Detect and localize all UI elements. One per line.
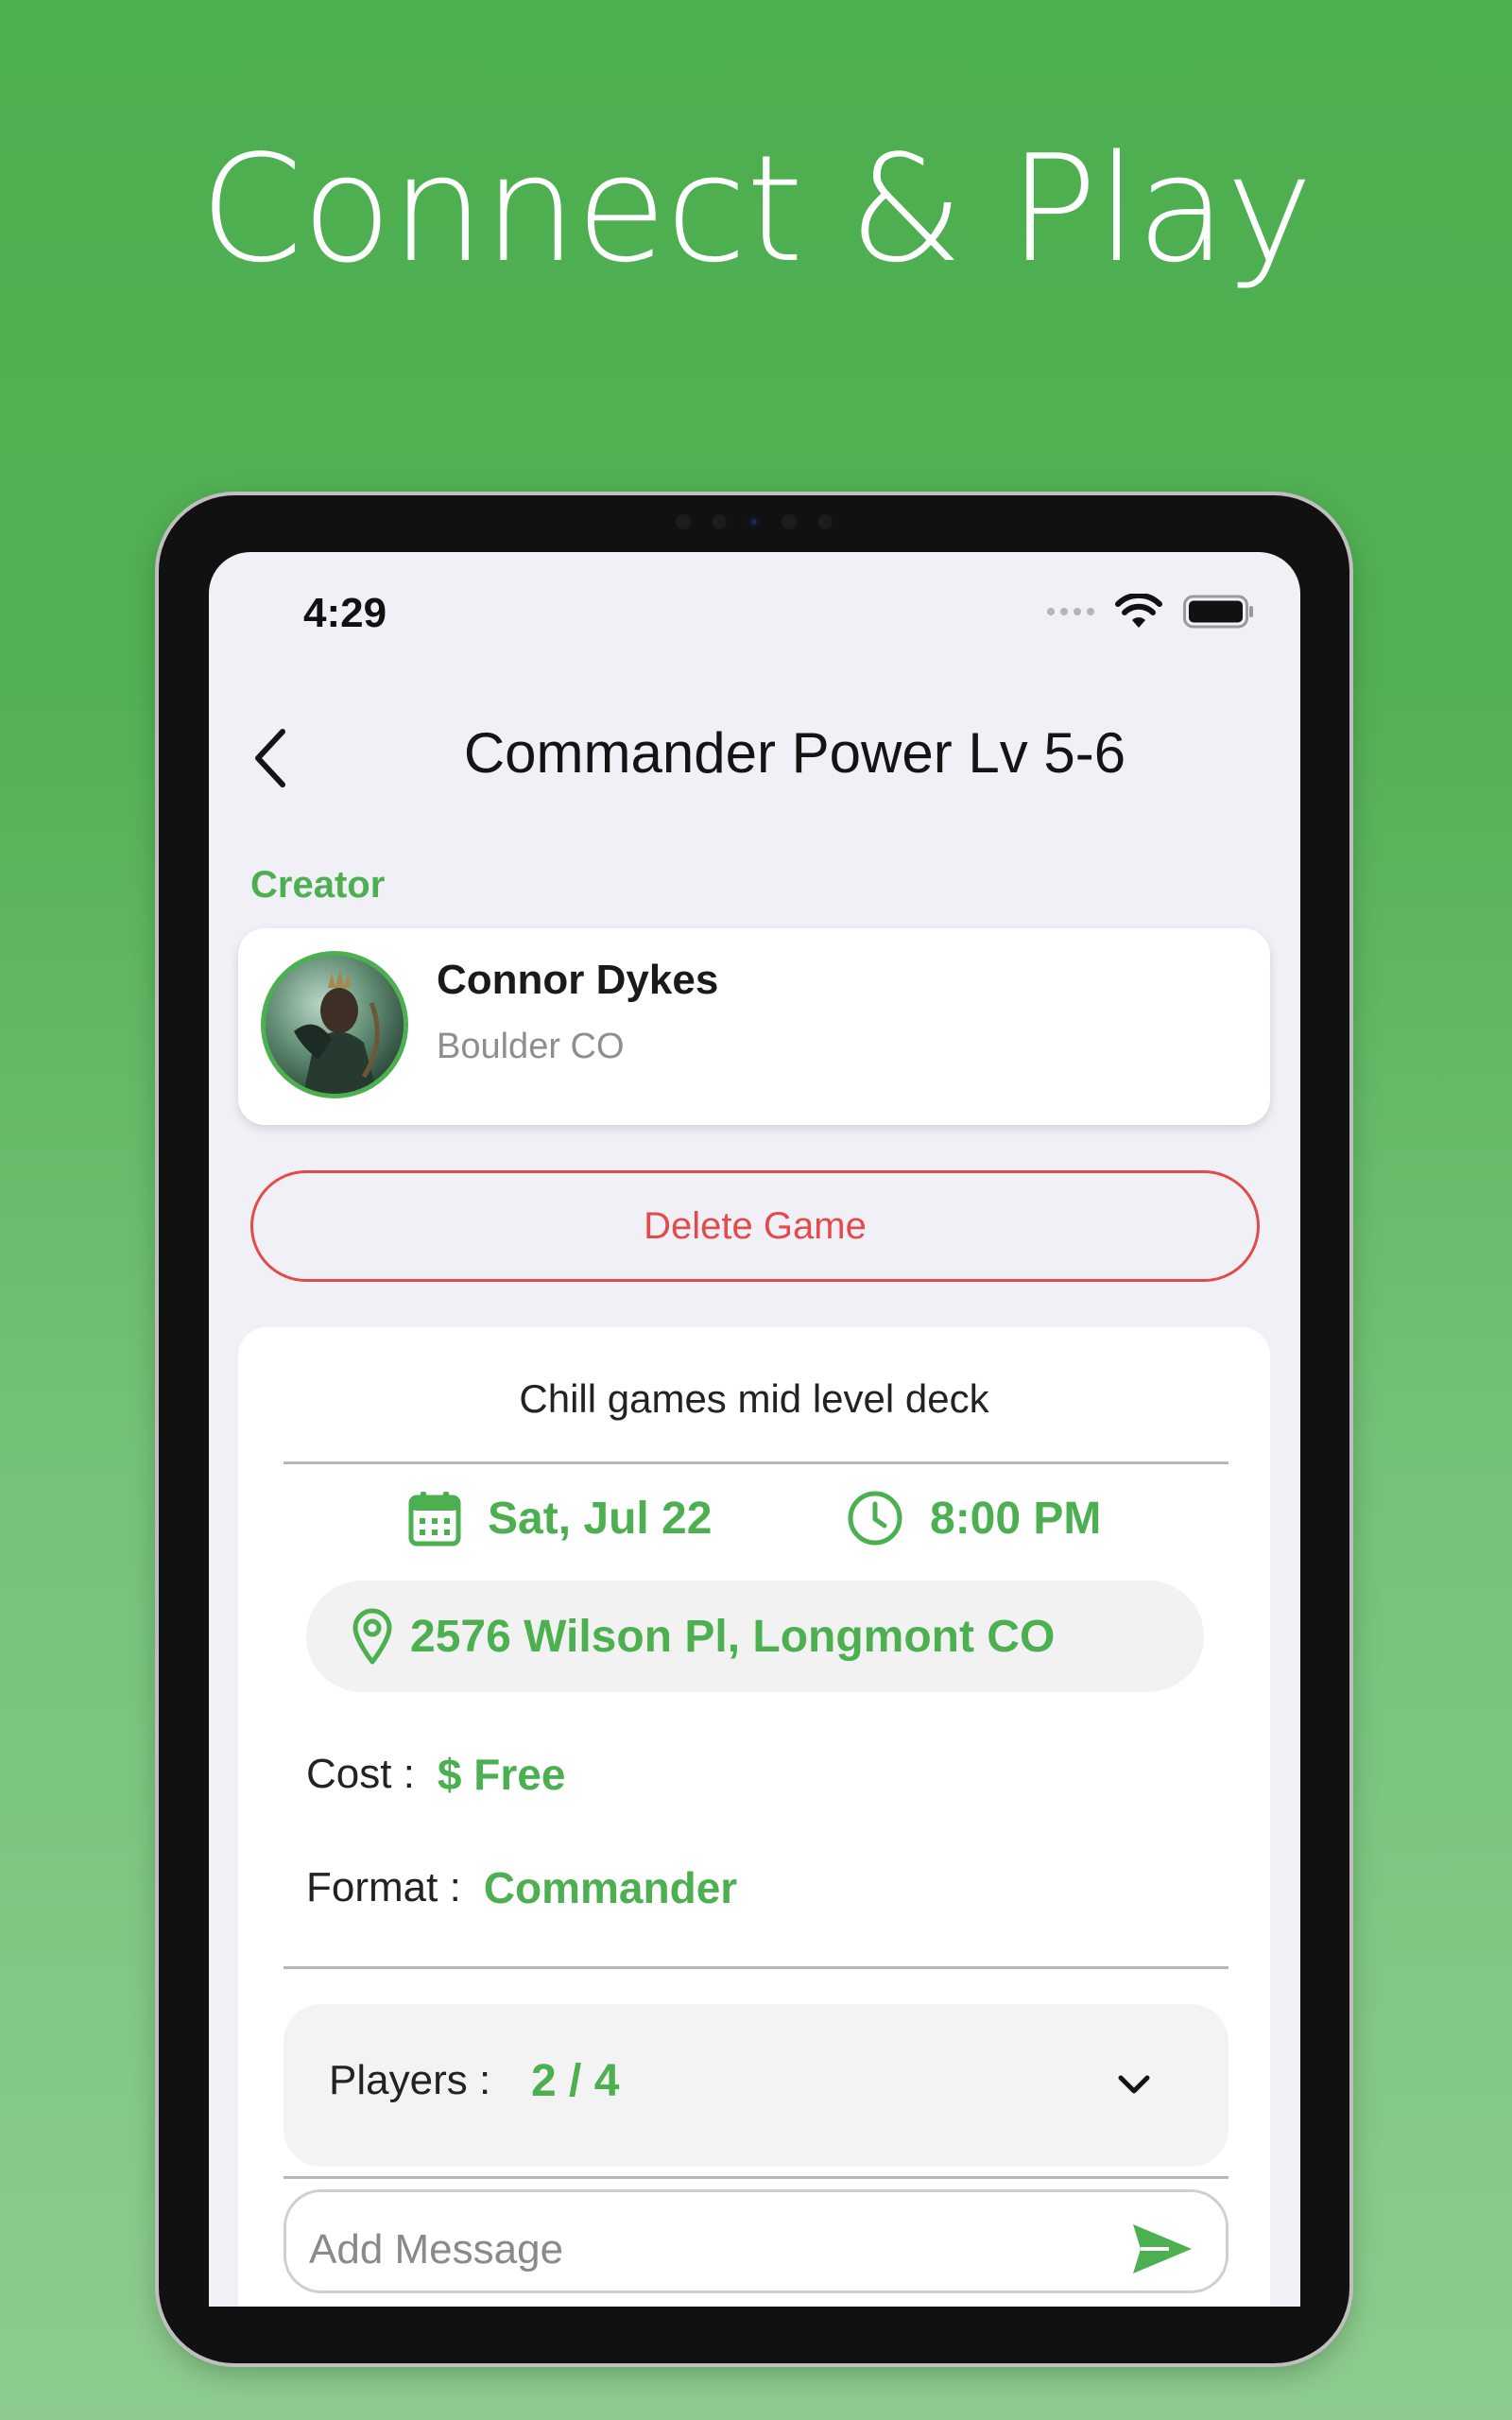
cellular-signal-icon	[1047, 608, 1094, 615]
game-time-text: 8:00 PM	[930, 1493, 1102, 1544]
send-button[interactable]	[1131, 2222, 1194, 2279]
creator-card[interactable]: Connor Dykes Boulder CO	[238, 928, 1270, 1125]
cost-row: Cost : $ Free	[306, 1749, 565, 1800]
tablet-frame: 4:29 Commander Power Lv 5-6 Creator Conn…	[159, 495, 1349, 2363]
creator-section-label: Creator	[250, 864, 386, 906]
creator-location: Boulder CO	[437, 1027, 625, 1066]
divider	[284, 2176, 1228, 2179]
camera-sensor	[676, 514, 691, 529]
game-description: Chill games mid level deck	[519, 1376, 989, 1421]
players-count: 2 / 4	[531, 2056, 620, 2106]
players-label: Players :	[329, 2057, 491, 2103]
date-time-row: Sat, Jul 22 8:00 PM	[238, 1480, 1270, 1556]
status-time: 4:29	[303, 590, 387, 636]
message-input[interactable]	[307, 2221, 1067, 2279]
format-value: Commander	[483, 1863, 738, 1912]
divider	[284, 1966, 1228, 1969]
game-date-text: Sat, Jul 22	[488, 1493, 713, 1544]
cost-label: Cost :	[306, 1751, 415, 1797]
camera-sensor	[712, 514, 727, 529]
clock-icon	[848, 1491, 902, 1546]
game-date: Sat, Jul 22	[408, 1490, 712, 1547]
players-dropdown[interactable]: Players : 2 / 4	[284, 2004, 1228, 2167]
format-label: Format :	[306, 1864, 461, 1910]
format-row: Format : Commander	[306, 1862, 737, 1913]
status-icons	[1047, 594, 1255, 630]
delete-game-button[interactable]: Delete Game	[250, 1170, 1260, 1282]
message-box	[284, 2189, 1228, 2293]
creator-name: Connor Dykes	[437, 957, 719, 1003]
back-button[interactable]	[243, 720, 300, 796]
camera-sensor	[817, 514, 833, 529]
camera-bar	[676, 514, 833, 529]
address-pill[interactable]: 2576 Wilson Pl, Longmont CO	[306, 1581, 1204, 1692]
back-chevron-icon	[255, 729, 285, 787]
game-time: 8:00 PM	[847, 1490, 1101, 1547]
camera-sensor	[782, 514, 797, 529]
camera-lens	[747, 515, 761, 528]
app-screen: 4:29 Commander Power Lv 5-6 Creator Conn…	[209, 552, 1300, 2307]
divider	[284, 1461, 1228, 1464]
battery-icon	[1183, 595, 1253, 629]
address-text: 2576 Wilson Pl, Longmont CO	[410, 1611, 1056, 1662]
wifi-icon	[1115, 594, 1162, 628]
game-details-card: Chill games mid level deck Sat, Jul 22 8…	[238, 1327, 1270, 2307]
avatar	[261, 951, 408, 1098]
calendar-icon	[408, 1492, 461, 1547]
cost-value: $ Free	[437, 1750, 566, 1799]
chevron-down-icon	[1118, 2075, 1150, 2094]
headline: Connect & Play	[199, 123, 1313, 295]
send-icon	[1133, 2224, 1192, 2273]
page-title: Commander Power Lv 5-6	[463, 721, 1126, 785]
location-pin-icon	[352, 1608, 392, 1665]
